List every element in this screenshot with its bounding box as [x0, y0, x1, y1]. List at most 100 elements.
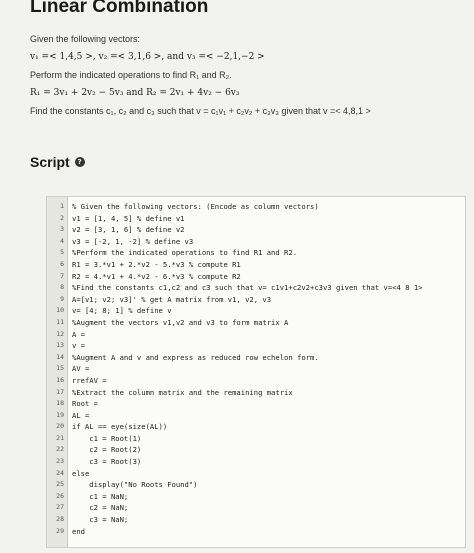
code-text[interactable]: c1 = Root(1) [72, 433, 141, 445]
find-constants: Find the constants c₁, c₂ and c₃ such th… [30, 106, 371, 116]
code-line[interactable]: 12 A = [47, 329, 465, 341]
code-line[interactable]: 11 %Augment the vectors v1,v2 and v3 to f… [47, 317, 465, 329]
code-line[interactable]: 23 c3 = Root(3) [47, 456, 465, 468]
code-text[interactable]: c1 = NaN; [72, 491, 128, 503]
line-number: 21 [56, 433, 64, 442]
code-editor[interactable]: 1 % Given the following vectors: (Encode … [46, 196, 466, 548]
script-heading-label: Script [30, 154, 70, 170]
code-text[interactable]: Root = [72, 398, 98, 410]
question-circle-icon[interactable]: ? [74, 157, 85, 167]
code-text[interactable]: v2 = [3, 1, 6] % define v2 [72, 224, 185, 236]
code-text[interactable]: A = [72, 329, 85, 341]
code-text[interactable]: %Augment the vectors v1,v2 and v3 to for… [72, 317, 288, 329]
line-number: 13 [56, 341, 64, 350]
code-line[interactable]: 17 %Extract the column matrix and the rem… [47, 387, 465, 399]
problem-intro: Given the following vectors: [30, 34, 141, 44]
code-line[interactable]: 14 %Augment A and v and express as reduce… [47, 352, 465, 364]
script-heading: Script ? [30, 154, 85, 170]
code-line[interactable]: 25 display("No Roots Found") [47, 479, 465, 491]
line-number: 2 [60, 213, 64, 222]
line-number: 12 [56, 329, 64, 338]
line-number: 23 [56, 457, 64, 466]
line-number: 18 [56, 399, 64, 408]
line-number: 10 [56, 306, 64, 315]
line-number: 8 [60, 283, 64, 292]
line-number: 25 [56, 480, 64, 489]
code-lines: 1 % Given the following vectors: (Encode … [47, 201, 465, 537]
line-number: 22 [56, 445, 64, 454]
line-number: 4 [60, 236, 64, 245]
line-number: 24 [56, 468, 64, 477]
line-number: 15 [56, 364, 64, 373]
code-text[interactable]: end [72, 526, 85, 538]
code-text[interactable]: rrefAV = [72, 375, 107, 387]
line-number: 5 [60, 248, 64, 257]
code-text[interactable]: c2 = Root(2) [72, 444, 141, 456]
code-text[interactable]: c2 = NaN; [72, 502, 128, 514]
code-line[interactable]: 4 v3 = [-2, 1, -2] % define v3 [47, 236, 465, 248]
line-number: 14 [56, 352, 64, 361]
line-number: 28 [56, 515, 64, 524]
code-line[interactable]: 8 %Find the constants c1,c2 and c3 such t… [47, 282, 465, 294]
code-line[interactable]: 7 R2 = 4.*v1 + 4.*v2 - 6.*v3 % compute R2 [47, 271, 465, 283]
code-text[interactable]: c3 = NaN; [72, 514, 128, 526]
code-line[interactable]: 16 rrefAV = [47, 375, 465, 387]
code-text[interactable]: v1 = [1, 4, 5] % define v1 [72, 213, 185, 225]
vectors-definition: v₁ =< 1,4,5 >, v₂ =< 3,1,6 >, and v₃ =< … [30, 52, 265, 62]
code-line[interactable]: 18 Root = [47, 398, 465, 410]
code-text[interactable]: display("No Roots Found") [72, 479, 197, 491]
code-text[interactable]: %Extract the column matrix and the remai… [72, 387, 293, 399]
line-number: 27 [56, 503, 64, 512]
code-text[interactable]: v= [4; 8; 1] % define v [72, 305, 172, 317]
code-line[interactable]: 2 v1 = [1, 4, 5] % define v1 [47, 213, 465, 225]
code-line[interactable]: 13 v = [47, 340, 465, 352]
code-line[interactable]: 24 else [47, 468, 465, 480]
code-text[interactable]: if AL == eye(size(AL)) [72, 421, 167, 433]
code-line[interactable]: 15 AV = [47, 363, 465, 375]
code-text[interactable]: v = [72, 340, 85, 352]
line-number: 29 [56, 526, 64, 535]
line-number: 26 [56, 491, 64, 500]
problem-statement: Given the following vectors: v₁ =< 1,4,5… [30, 30, 460, 120]
code-line[interactable]: 5 %Perform the indicated operations to fi… [47, 247, 465, 259]
code-line[interactable]: 1 % Given the following vectors: (Encode … [47, 201, 465, 213]
equations: R₁ = 3v₁ + 2v₂ − 5v₃ and R₂ = 2v₁ + 4v₂ … [30, 88, 240, 98]
problem-instruction: Perform the indicated operations to find… [30, 70, 232, 80]
code-line[interactable]: 20 if AL == eye(size(AL)) [47, 421, 465, 433]
page: Linear Combination Given the following v… [0, 0, 474, 553]
code-text[interactable]: %Augment A and v and express as reduced … [72, 352, 319, 364]
code-text[interactable]: else [72, 468, 89, 480]
line-number: 19 [56, 410, 64, 419]
line-number: 9 [60, 294, 64, 303]
code-line[interactable]: 19 AL = [47, 410, 465, 422]
code-text[interactable]: %Find the constants c1,c2 and c3 such th… [72, 282, 423, 294]
code-text[interactable]: R2 = 4.*v1 + 4.*v2 - 6.*v3 % compute R2 [72, 271, 241, 283]
line-number: 6 [60, 259, 64, 268]
code-line[interactable]: 21 c1 = Root(1) [47, 433, 465, 445]
code-line[interactable]: 3 v2 = [3, 1, 6] % define v2 [47, 224, 465, 236]
code-text[interactable]: AV = [72, 363, 89, 375]
code-text[interactable]: % Given the following vectors: (Encode a… [72, 201, 319, 213]
page-title: Linear Combination [30, 0, 209, 17]
line-number: 11 [56, 317, 64, 326]
code-line[interactable]: 26 c1 = NaN; [47, 491, 465, 503]
code-line[interactable]: 22 c2 = Root(2) [47, 444, 465, 456]
code-text[interactable]: %Perform the indicated operations to fin… [72, 247, 297, 259]
code-line[interactable]: 27 c2 = NaN; [47, 502, 465, 514]
code-text[interactable]: R1 = 3.*v1 + 2.*v2 - 5.*v3 % compute R1 [72, 259, 241, 271]
line-number: 20 [56, 422, 64, 431]
code-line[interactable]: 6 R1 = 3.*v1 + 2.*v2 - 5.*v3 % compute R1 [47, 259, 465, 271]
line-number: 3 [60, 225, 64, 234]
code-text[interactable]: v3 = [-2, 1, -2] % define v3 [72, 236, 193, 248]
code-line[interactable]: 10 v= [4; 8; 1] % define v [47, 305, 465, 317]
line-number: 7 [60, 271, 64, 280]
line-number: 17 [56, 387, 64, 396]
code-text[interactable]: AL = [72, 410, 89, 422]
code-text[interactable]: c3 = Root(3) [72, 456, 141, 468]
code-line[interactable]: 28 c3 = NaN; [47, 514, 465, 526]
line-number: 16 [56, 375, 64, 384]
code-text[interactable]: A=[v1; v2; v3]' % get A matrix from v1, … [72, 294, 271, 306]
code-line[interactable]: 9 A=[v1; v2; v3]' % get A matrix from v1,… [47, 294, 465, 306]
line-number: 1 [60, 202, 64, 210]
code-line[interactable]: 29 end [47, 526, 465, 538]
